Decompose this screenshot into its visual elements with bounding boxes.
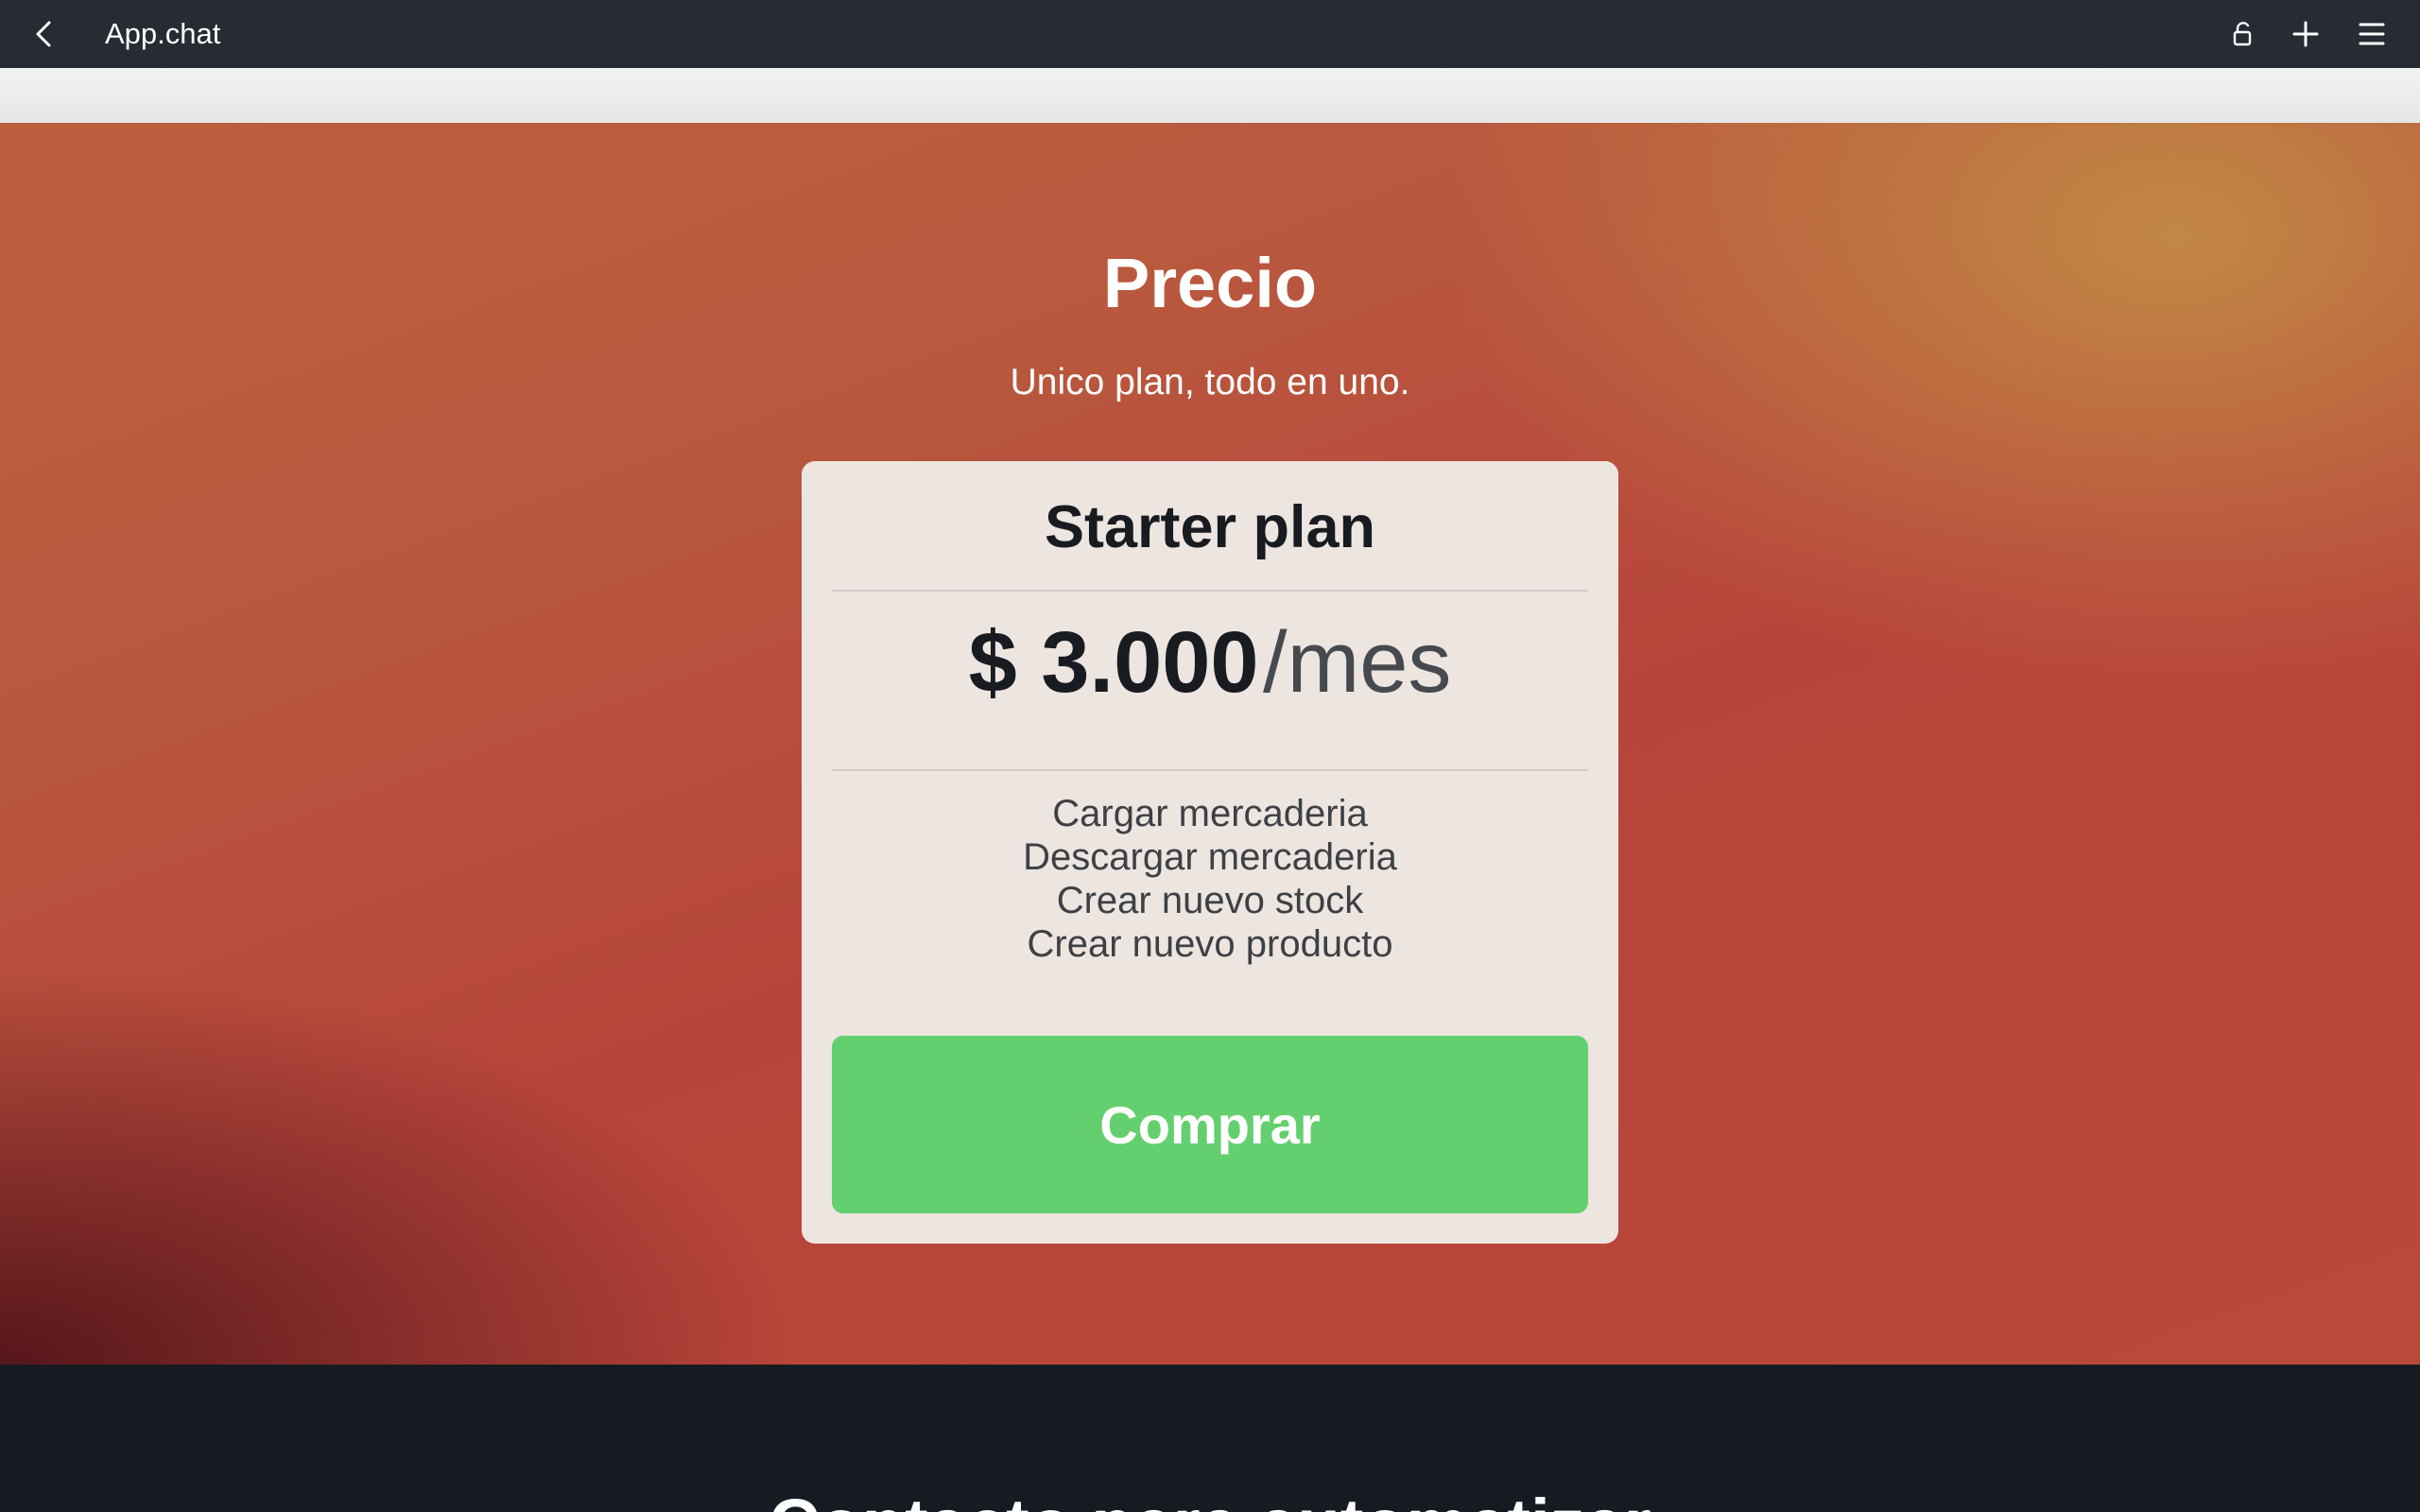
- plan-name: Starter plan: [1044, 494, 1376, 560]
- feature-item: Crear nuevo producto: [1027, 923, 1393, 965]
- card-divider: [832, 769, 1588, 771]
- card-divider: [832, 590, 1588, 592]
- menu-button[interactable]: [2351, 13, 2393, 55]
- feature-item: Crear nuevo stock: [1056, 880, 1364, 921]
- new-tab-button[interactable]: [2285, 13, 2326, 55]
- contact-section: Contacto para automatizar: [0, 1365, 2420, 1512]
- feature-item: Cargar mercaderia: [1052, 793, 1368, 834]
- plan-card: Starter plan $ 3.000 /mes Cargar mercade…: [802, 461, 1618, 1244]
- contact-heading: Contacto para automatizar: [0, 1482, 2420, 1512]
- plus-icon: [2292, 21, 2319, 47]
- top-strip: [0, 68, 2420, 123]
- chevron-left-icon: [36, 21, 51, 47]
- app-title: App.chat: [105, 17, 221, 50]
- feature-list: Cargar mercaderia Descargar mercaderia C…: [802, 792, 1618, 966]
- pricing-heading: Precio: [1102, 244, 1318, 322]
- buy-button[interactable]: Comprar: [832, 1036, 1588, 1213]
- title-bar: App.chat: [0, 0, 2420, 68]
- price-period: /mes: [1263, 614, 1452, 711]
- feature-item: Descargar mercaderia: [1023, 836, 1397, 878]
- lock-button[interactable]: [2221, 13, 2263, 55]
- lock-icon: [2233, 22, 2252, 46]
- plan-price: $ 3.000 /mes: [802, 601, 1618, 749]
- pricing-section: Precio Unico plan, todo en uno. Starter …: [0, 123, 2420, 1365]
- pricing-subheading: Unico plan, todo en uno.: [1010, 362, 1410, 403]
- back-button[interactable]: [25, 15, 62, 53]
- hamburger-menu-icon: [2359, 23, 2385, 45]
- price-amount: $ 3.000: [968, 614, 1259, 711]
